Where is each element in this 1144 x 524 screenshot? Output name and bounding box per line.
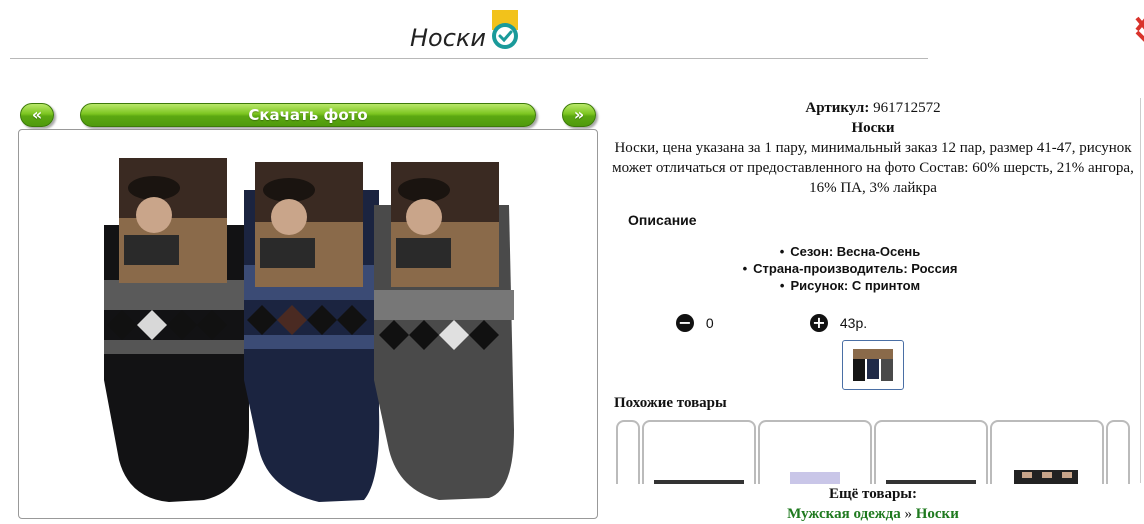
verified-check-icon (492, 10, 518, 49)
attribute-list: Сезон: Весна-Осень Страна-производитель:… (600, 243, 1100, 294)
similar-scroll-right[interactable] (1106, 420, 1130, 488)
price-control: + 43р. (810, 314, 868, 333)
breadcrumb: Мужская одежда » Носки (600, 504, 1144, 524)
article-line: Артикул: 961712572 (600, 98, 1144, 118)
description-heading: Описание (628, 212, 697, 228)
product-name: Носки (851, 120, 895, 136)
download-photo-button[interactable]: Скачать фото (80, 103, 536, 127)
similar-item-image (654, 480, 744, 486)
price-value: 43р. (839, 315, 868, 332)
similar-item[interactable] (874, 420, 988, 488)
attribute-pattern: Рисунок: С принтом (600, 277, 1100, 294)
photo-thumbnail[interactable] (842, 340, 904, 390)
attribute-season: Сезон: Весна-Осень (600, 243, 1100, 260)
similar-item[interactable] (990, 420, 1104, 488)
title-divider (10, 58, 928, 59)
title-bar: Носки (0, 0, 930, 60)
scrollbar[interactable] (1140, 98, 1144, 483)
product-photo[interactable] (18, 129, 598, 519)
more-products-label: Ещё товары: (828, 486, 918, 502)
quantity-control: − 0 (676, 314, 714, 333)
similar-heading: Похожие товары (614, 395, 727, 411)
more-products: Ещё товары: Мужская одежда » Носки (600, 484, 1144, 524)
breadcrumb-separator: » (904, 506, 912, 522)
product-info: Артикул: 961712572 Носки Носки, цена ука… (600, 98, 1144, 198)
socks-thumbnail-image (853, 349, 893, 381)
similar-products-strip (614, 418, 1134, 488)
page-title: Носки (410, 24, 487, 52)
socks-image (104, 158, 514, 502)
product-description: Носки, цена указана за 1 пару, минимальн… (612, 140, 1134, 196)
similar-item[interactable] (758, 420, 872, 488)
quantity-value: 0 (705, 315, 714, 332)
minus-circle-icon[interactable]: − (676, 314, 694, 333)
similar-item-image (790, 472, 840, 486)
similar-item-image (1014, 470, 1078, 488)
plus-circle-icon[interactable]: + (810, 314, 828, 333)
attribute-country: Страна-производитель: Россия (600, 260, 1100, 277)
next-photo-button[interactable]: » (562, 103, 596, 127)
breadcrumb-current-link[interactable]: Носки (916, 506, 959, 522)
article-label: Артикул: (805, 100, 870, 116)
similar-item[interactable] (642, 420, 756, 488)
prev-photo-button[interactable]: « (20, 103, 54, 127)
similar-scroll-left[interactable] (616, 420, 640, 488)
similar-item-image (886, 480, 976, 486)
close-icon[interactable] (1133, 14, 1144, 44)
article-value: 961712572 (873, 100, 941, 116)
breadcrumb-parent-link[interactable]: Мужская одежда (787, 506, 901, 522)
